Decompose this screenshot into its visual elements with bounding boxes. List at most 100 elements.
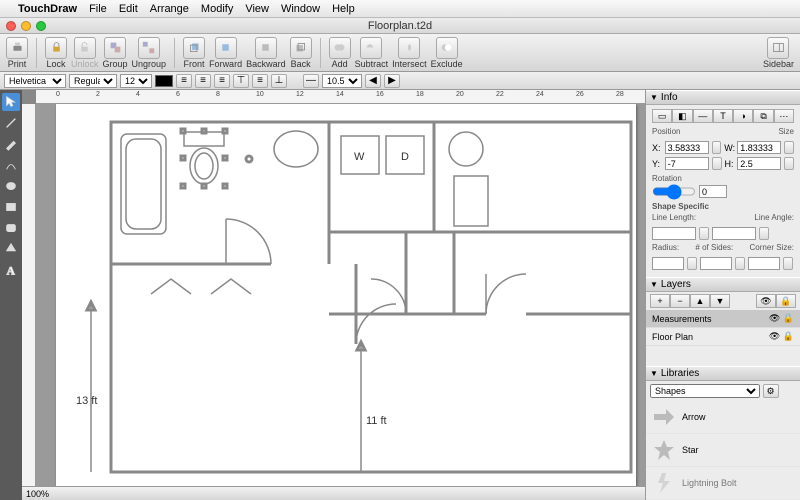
forward-button[interactable] <box>215 37 237 59</box>
x-stepper[interactable] <box>712 141 722 154</box>
library-item-arrow[interactable]: Arrow <box>646 401 800 434</box>
align-top-button[interactable]: ⊤ <box>233 74 249 88</box>
eye-icon[interactable]: 👁 🔒 <box>769 331 794 342</box>
layer-row-floorplan[interactable]: Floor Plan👁 🔒 <box>646 328 800 346</box>
info-tab-text[interactable]: T <box>713 109 733 123</box>
close-button[interactable] <box>6 21 16 31</box>
line-length-stepper[interactable] <box>699 227 709 240</box>
radius-field[interactable] <box>652 257 684 270</box>
exclude-label: Exclude <box>431 59 463 69</box>
font-size-select[interactable]: 12 <box>120 74 152 88</box>
stroke-width-select[interactable]: 10.5 <box>322 74 362 88</box>
text-color-swatch[interactable] <box>155 75 173 87</box>
canvas[interactable]: W D 13 ft 11 ft <box>36 104 645 486</box>
polygon-tool[interactable] <box>2 240 20 258</box>
line-tool[interactable] <box>2 114 20 132</box>
zoom-level[interactable]: 100% <box>26 489 49 499</box>
rotation-field[interactable] <box>699 185 727 198</box>
w-label: W: <box>724 143 734 153</box>
ellipse-tool[interactable] <box>2 177 20 195</box>
pen-tool[interactable] <box>2 135 20 153</box>
line-angle-field[interactable] <box>712 227 756 240</box>
menu-edit[interactable]: Edit <box>119 3 138 15</box>
back-button[interactable] <box>290 37 312 59</box>
menu-view[interactable]: View <box>245 3 269 15</box>
menu-modify[interactable]: Modify <box>201 3 233 15</box>
menu-appname[interactable]: TouchDraw <box>18 3 77 15</box>
menu-file[interactable]: File <box>89 3 107 15</box>
layer-down-button[interactable]: ▼ <box>710 294 730 308</box>
info-tab-arrange[interactable]: ⧉ <box>753 109 773 123</box>
corner-field[interactable] <box>748 257 780 270</box>
info-tab-fill[interactable]: ◧ <box>672 109 692 123</box>
sides-field[interactable] <box>700 257 732 270</box>
align-left-button[interactable]: ≡ <box>176 74 192 88</box>
align-middle-button[interactable]: ≡ <box>252 74 268 88</box>
group-button[interactable] <box>104 37 126 59</box>
curve-tool[interactable] <box>2 156 20 174</box>
vertical-ruler <box>22 104 36 486</box>
backward-button[interactable] <box>255 37 277 59</box>
layer-up-button[interactable]: ▲ <box>690 294 710 308</box>
layer-visible-icon[interactable]: 👁 <box>756 294 776 308</box>
roundrect-tool[interactable] <box>2 219 20 237</box>
zoom-button[interactable] <box>36 21 46 31</box>
arrow-end-button[interactable]: ▶ <box>384 74 400 88</box>
y-field[interactable] <box>665 157 709 170</box>
floorplan-drawing[interactable]: W D 13 ft 11 ft <box>56 104 636 486</box>
menu-help[interactable]: Help <box>332 3 355 15</box>
bool-intersect-button[interactable] <box>398 37 420 59</box>
layer-lock-icon[interactable]: 🔒 <box>776 294 796 308</box>
select-tool[interactable] <box>2 93 20 111</box>
bool-exclude-button[interactable] <box>436 37 458 59</box>
info-panel-header[interactable]: ▼Info <box>646 90 800 105</box>
y-stepper[interactable] <box>712 157 722 170</box>
text-tool[interactable]: A <box>2 261 20 279</box>
info-tab-shadow[interactable]: ◑ <box>733 109 753 123</box>
h-field[interactable] <box>737 157 781 170</box>
radius-stepper[interactable] <box>687 257 697 270</box>
sidebar-button[interactable] <box>767 37 789 59</box>
w-field[interactable] <box>737 141 781 154</box>
menu-arrange[interactable]: Arrange <box>150 3 189 15</box>
layer-row-measurements[interactable]: Measurements👁 🔒 <box>646 310 800 328</box>
bool-subtract-button[interactable] <box>360 37 382 59</box>
minimize-button[interactable] <box>21 21 31 31</box>
align-right-button[interactable]: ≡ <box>214 74 230 88</box>
lock-button[interactable] <box>45 37 67 59</box>
layers-panel-header[interactable]: ▼Layers <box>646 277 800 292</box>
add-layer-button[interactable]: + <box>650 294 670 308</box>
info-tab-stroke[interactable]: ― <box>693 109 713 123</box>
sides-stepper[interactable] <box>735 257 745 270</box>
front-button[interactable] <box>183 37 205 59</box>
unlock-button[interactable] <box>74 37 96 59</box>
w-stepper[interactable] <box>784 141 794 154</box>
bool-add-button[interactable] <box>329 37 351 59</box>
line-angle-stepper[interactable] <box>759 227 769 240</box>
x-field[interactable] <box>665 141 709 154</box>
line-length-field[interactable] <box>652 227 696 240</box>
rotation-slider[interactable] <box>652 185 696 198</box>
font-weight-select[interactable]: Regular <box>69 74 117 88</box>
line-style-button[interactable]: — <box>303 74 319 88</box>
print-button[interactable] <box>6 37 28 59</box>
info-tab-geometry[interactable]: ▭ <box>652 109 672 123</box>
library-item-lightning[interactable]: Lightning Bolt <box>646 467 800 500</box>
libraries-panel-header[interactable]: ▼Libraries <box>646 366 800 381</box>
radius-label: Radius: <box>652 243 679 252</box>
eye-icon[interactable]: 👁 🔒 <box>769 313 794 324</box>
library-select[interactable]: Shapes <box>650 384 760 398</box>
align-bottom-button[interactable]: ⊥ <box>271 74 287 88</box>
corner-stepper[interactable] <box>783 257 793 270</box>
menu-window[interactable]: Window <box>281 3 320 15</box>
h-stepper[interactable] <box>784 157 794 170</box>
arrow-start-button[interactable]: ◀ <box>365 74 381 88</box>
font-select[interactable]: Helvetica <box>4 74 66 88</box>
remove-layer-button[interactable]: − <box>670 294 690 308</box>
info-tab-misc[interactable]: ⋯ <box>774 109 794 123</box>
library-gear-icon[interactable]: ⚙ <box>763 384 779 398</box>
library-item-star[interactable]: Star <box>646 434 800 467</box>
rect-tool[interactable] <box>2 198 20 216</box>
ungroup-button[interactable] <box>138 37 160 59</box>
align-center-button[interactable]: ≡ <box>195 74 211 88</box>
